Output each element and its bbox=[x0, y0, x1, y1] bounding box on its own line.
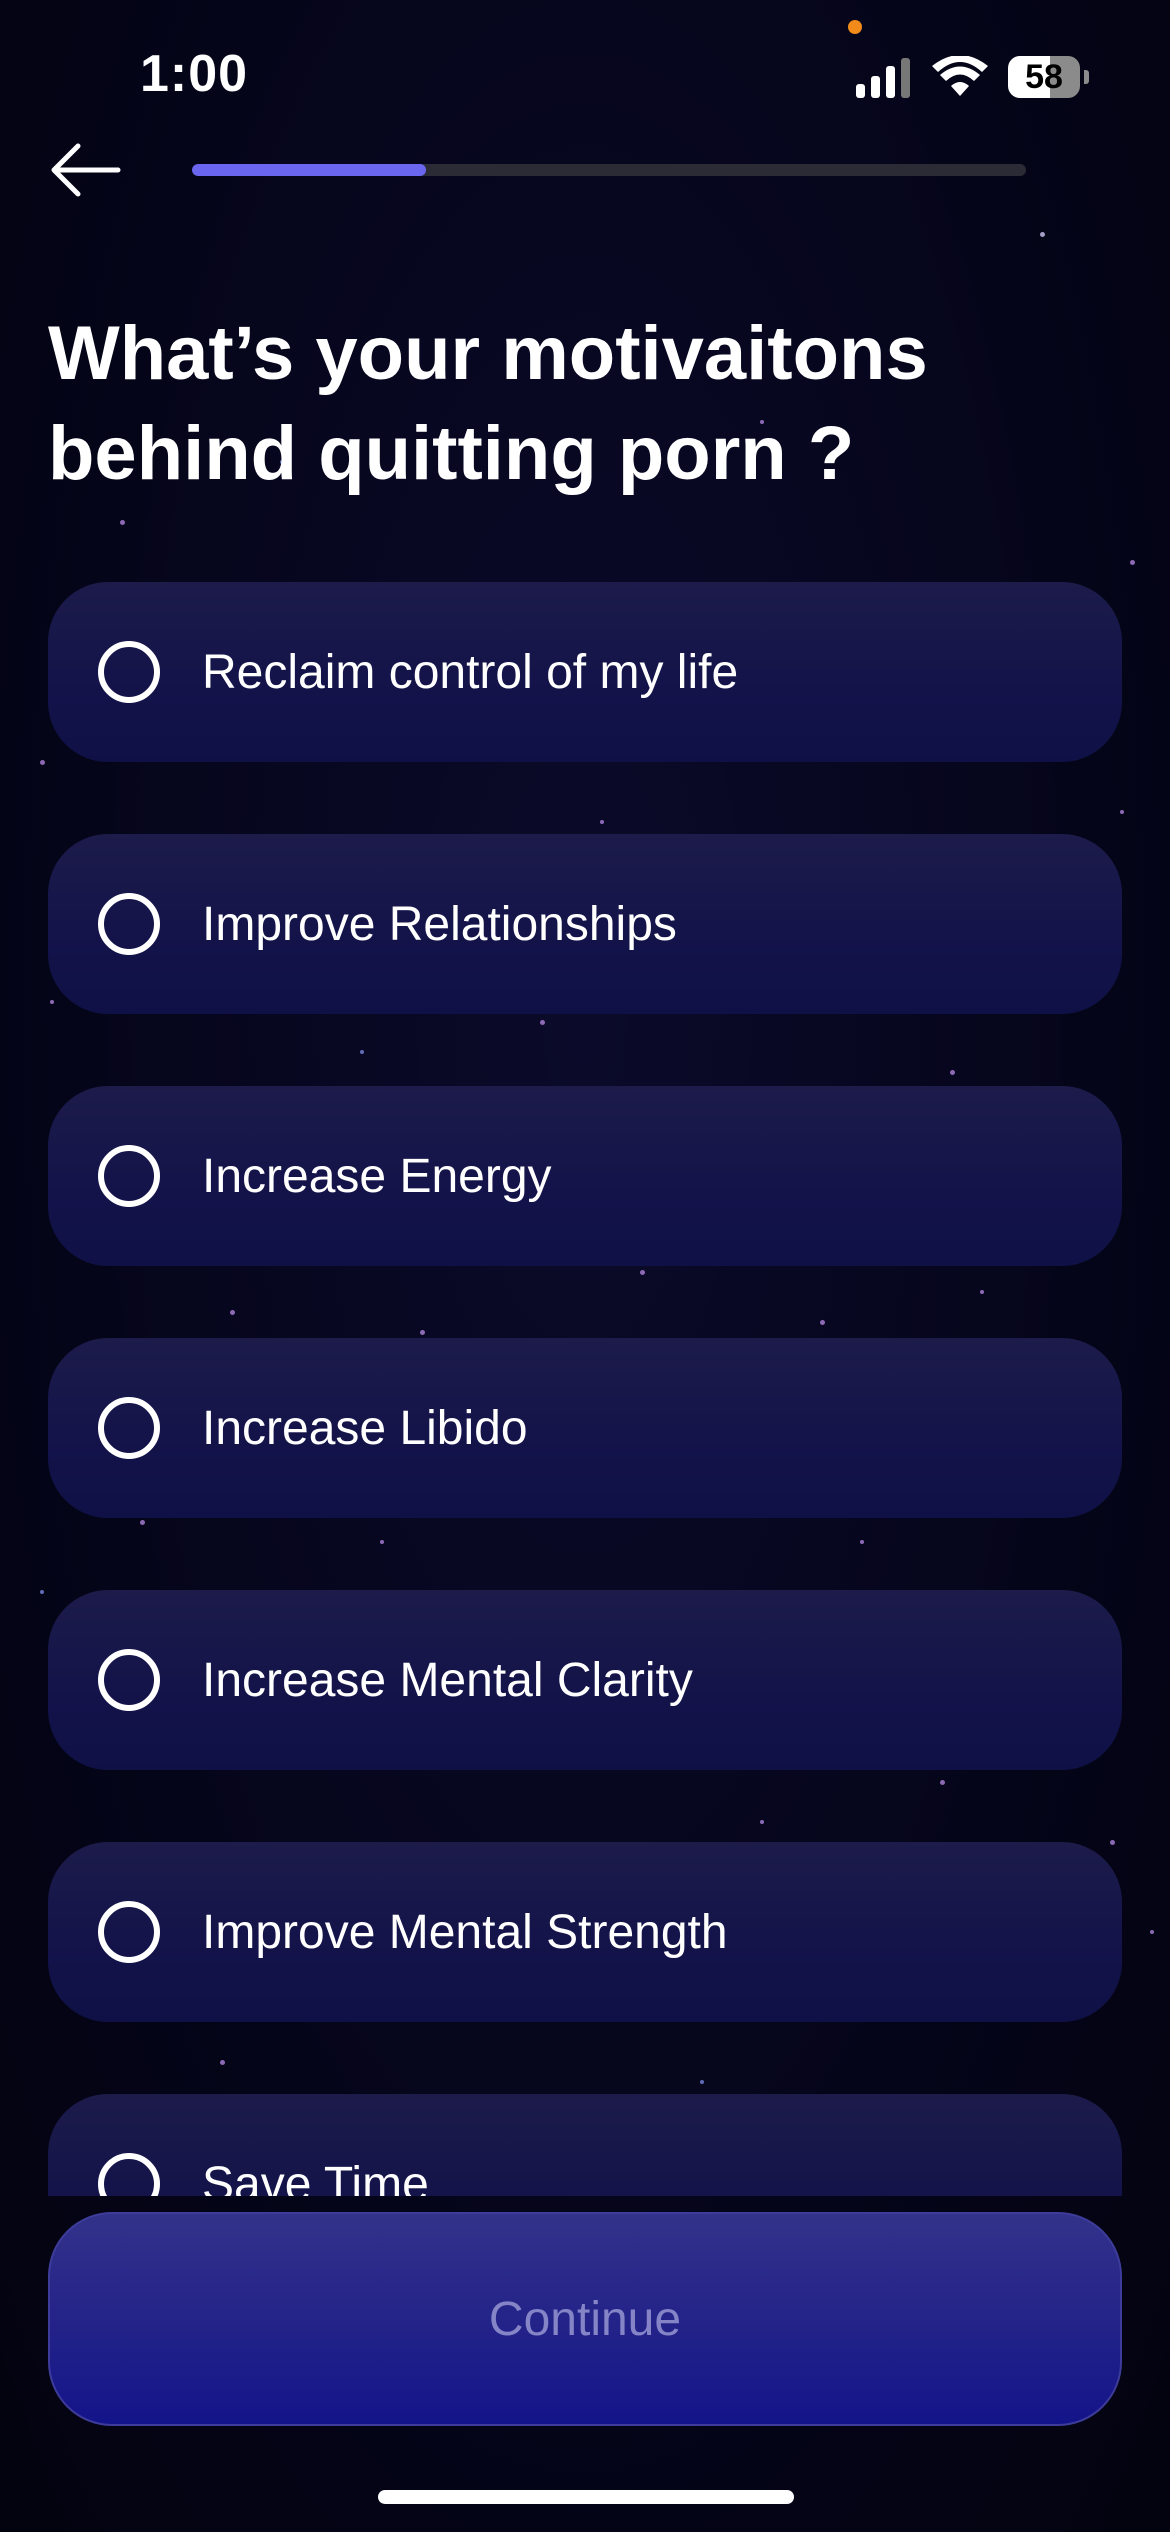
radio-button[interactable] bbox=[98, 2153, 160, 2196]
radio-button[interactable] bbox=[98, 1649, 160, 1711]
progress-bar bbox=[192, 164, 1026, 176]
option-label: Improve Relationships bbox=[202, 897, 677, 951]
privacy-indicator-dot bbox=[848, 20, 862, 34]
option-label: Improve Mental Strength bbox=[202, 1905, 728, 1959]
option-label: Reclaim control of my life bbox=[202, 645, 739, 699]
wifi-icon bbox=[932, 56, 988, 96]
radio-button[interactable] bbox=[98, 893, 160, 955]
option-label: Save Time bbox=[202, 2157, 429, 2197]
option-label: Increase Mental Clarity bbox=[202, 1653, 693, 1707]
option-increase-mental-clarity[interactable]: Increase Mental Clarity bbox=[48, 1590, 1122, 1770]
continue-button-label: Continue bbox=[488, 2292, 682, 2346]
option-improve-relationships[interactable]: Improve Relationships bbox=[48, 834, 1122, 1014]
option-save-time[interactable]: Save Time bbox=[48, 2094, 1122, 2196]
star-dot bbox=[120, 520, 125, 525]
option-label: Increase Libido bbox=[202, 1401, 528, 1455]
battery-icon: 58 bbox=[1008, 56, 1080, 98]
arrow-left-icon bbox=[51, 143, 121, 197]
option-reclaim-control[interactable]: Reclaim control of my life bbox=[48, 582, 1122, 762]
question-title: What’s your motivaitons behind quitting … bbox=[48, 311, 928, 496]
star-dot bbox=[1040, 232, 1045, 237]
progress-bar-fill bbox=[192, 164, 426, 176]
options-list[interactable]: Reclaim control of my life Improve Relat… bbox=[0, 560, 1170, 2196]
radio-button[interactable] bbox=[98, 1145, 160, 1207]
status-bar: 1:00 58 bbox=[0, 0, 1170, 150]
option-improve-mental-strength[interactable]: Improve Mental Strength bbox=[48, 1842, 1122, 2022]
option-label: Increase Energy bbox=[202, 1149, 552, 1203]
cellular-signal-icon bbox=[854, 58, 916, 98]
radio-button[interactable] bbox=[98, 1901, 160, 1963]
status-time: 1:00 bbox=[140, 45, 249, 103]
home-indicator[interactable] bbox=[378, 2490, 794, 2504]
continue-button[interactable]: Continue bbox=[48, 2212, 1122, 2426]
radio-button[interactable] bbox=[98, 1397, 160, 1459]
option-increase-energy[interactable]: Increase Energy bbox=[48, 1086, 1122, 1266]
screen: 1:00 58 What’s your motivaitons behind q… bbox=[0, 0, 1170, 2532]
radio-button[interactable] bbox=[98, 641, 160, 703]
back-button[interactable] bbox=[40, 134, 130, 206]
battery-tip bbox=[1084, 70, 1089, 84]
option-increase-libido[interactable]: Increase Libido bbox=[48, 1338, 1122, 1518]
